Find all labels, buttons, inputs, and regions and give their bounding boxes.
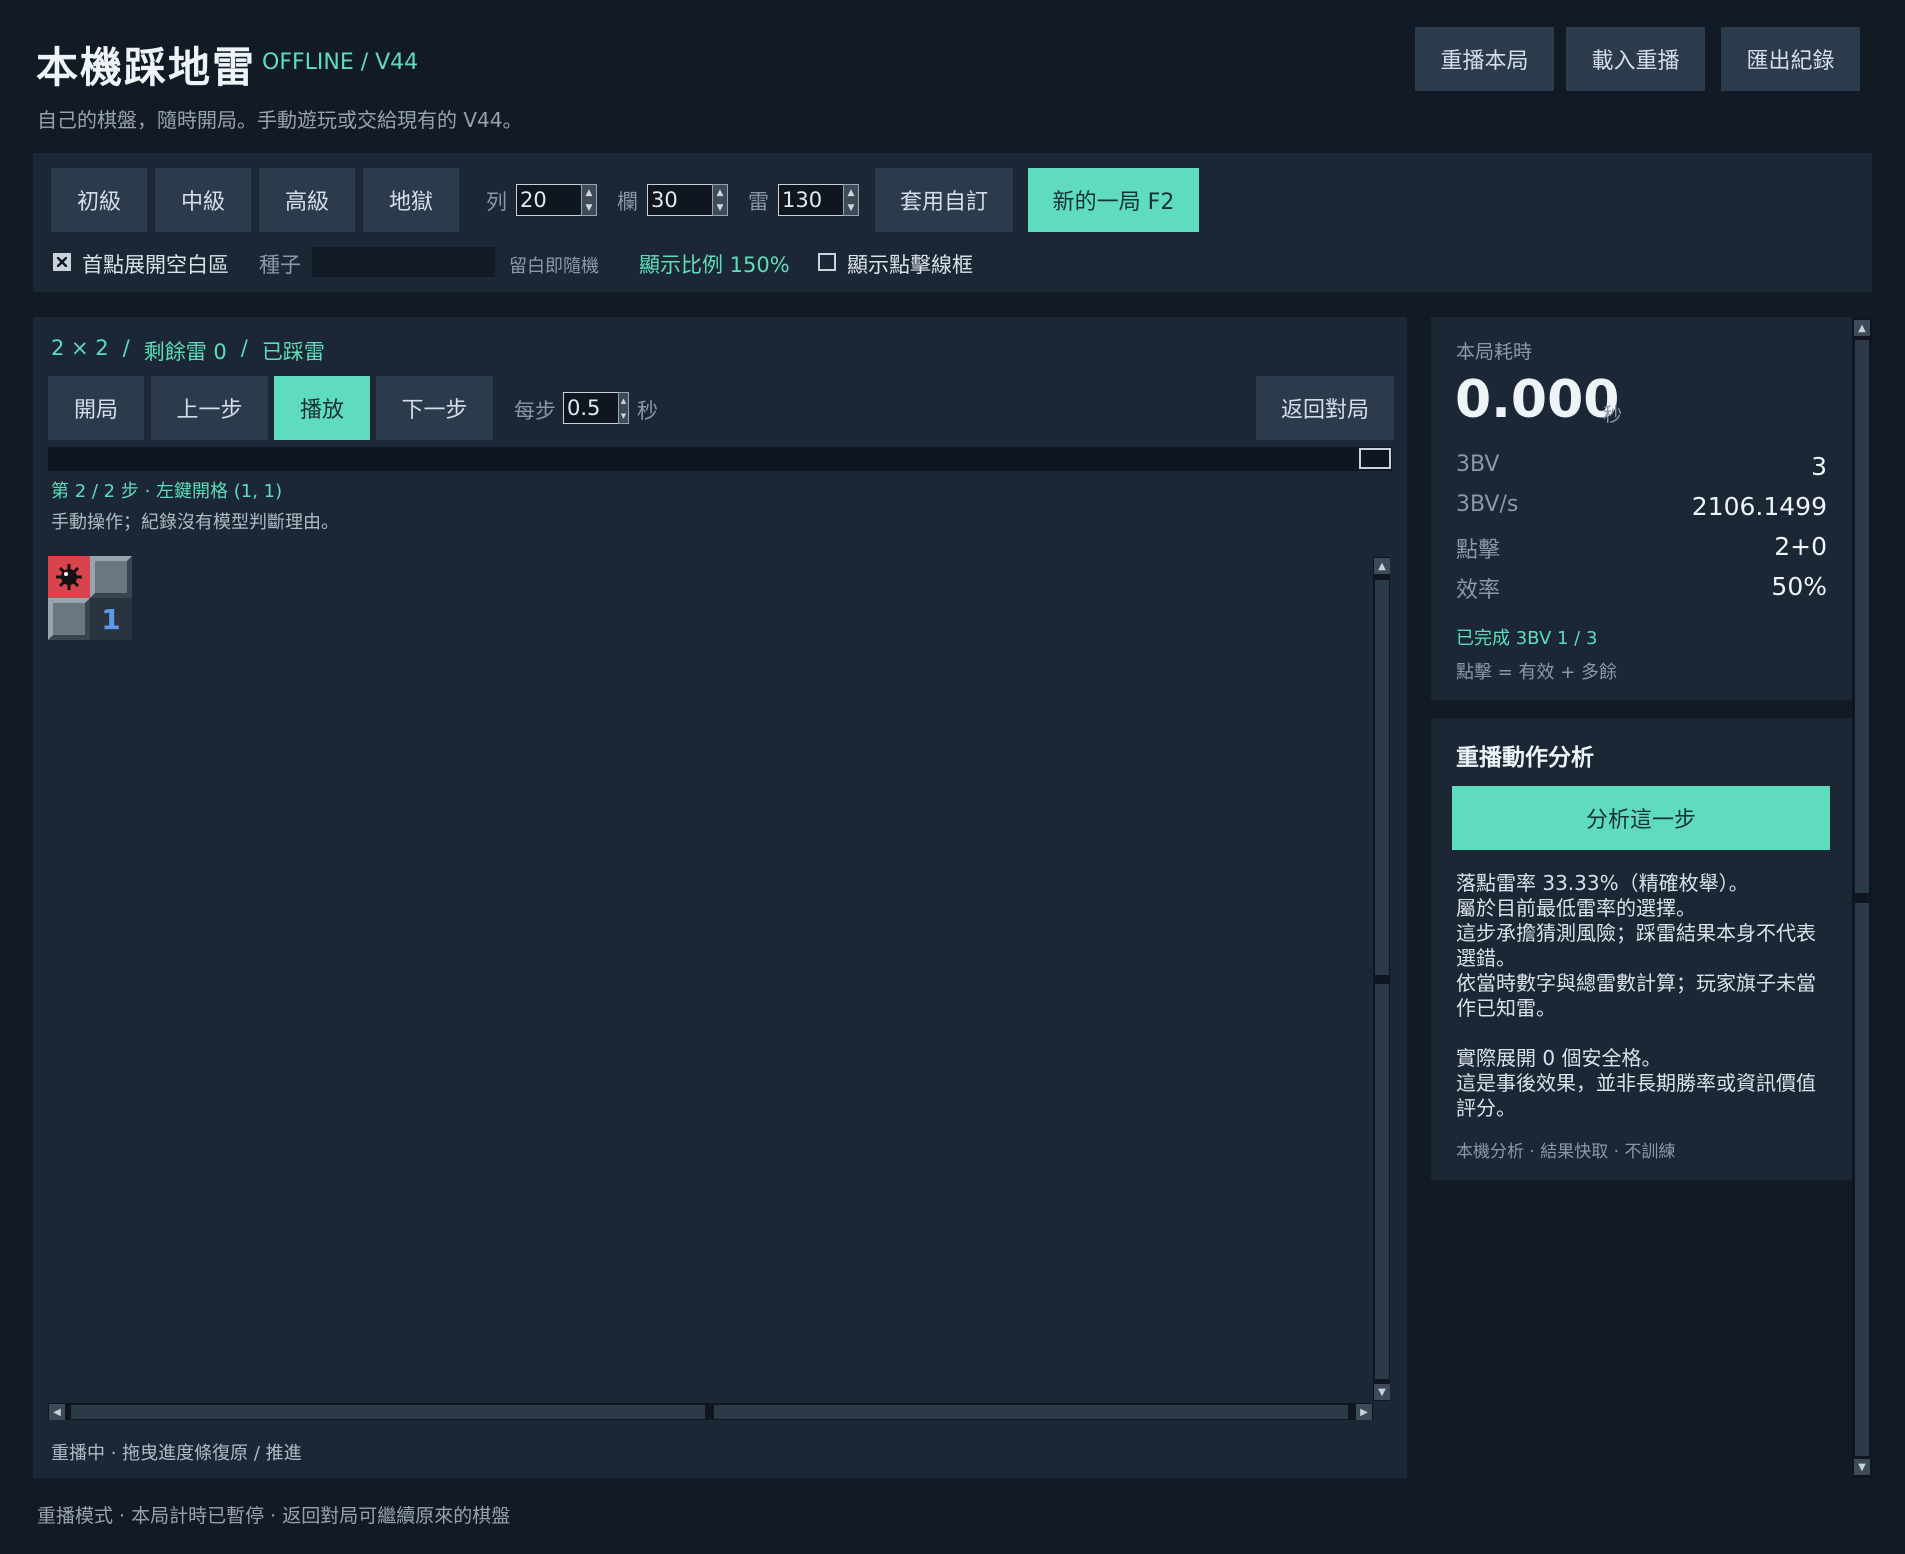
- page-vertical-thumb[interactable]: [1855, 340, 1869, 893]
- rows-stepper[interactable]: ▲ ▼: [581, 184, 597, 216]
- board-vertical-thumb-lower[interactable]: [1375, 984, 1389, 1379]
- board-size: 2 × 2: [51, 336, 109, 360]
- mines-label: 雷: [748, 190, 769, 214]
- per-step-unit: 秒: [637, 399, 658, 423]
- replay-play-button[interactable]: 播放: [274, 376, 370, 440]
- apply-custom-button[interactable]: 套用自訂: [875, 168, 1013, 232]
- up-arrow-icon[interactable]: ▲: [848, 188, 855, 198]
- up-arrow-icon[interactable]: ▲: [586, 188, 593, 198]
- per-step-label: 每步: [514, 399, 556, 423]
- stat-value: 3: [1811, 452, 1827, 481]
- rows-input[interactable]: 20: [516, 184, 582, 216]
- click-note: 點擊 = 有效 + 多餘: [1456, 662, 1618, 683]
- seed-input[interactable]: [312, 247, 495, 277]
- display-scale-label[interactable]: 顯示比例 150%: [639, 249, 790, 279]
- analysis-line: 評分。: [1456, 1096, 1516, 1120]
- per-step-input[interactable]: 0.5: [563, 392, 621, 424]
- up-arrow-icon[interactable]: ▲: [621, 397, 626, 405]
- stat-label: 點擊: [1456, 538, 1501, 563]
- time-label: 本局耗時: [1456, 341, 1533, 363]
- down-arrow-icon[interactable]: ▼: [586, 203, 593, 213]
- stat-efficiency: 效率 50%: [1456, 572, 1827, 604]
- app-subtitle: 自己的棋盤，隨時開局。手動遊玩或交給現有的 V44。: [37, 108, 523, 132]
- stat-label: 3BV: [1456, 452, 1500, 477]
- cols-stepper[interactable]: ▲ ▼: [712, 184, 728, 216]
- step-text: 第 2 / 2 步 · 左鍵開格 (1, 1): [51, 481, 283, 502]
- scroll-up-icon[interactable]: ▲: [1854, 320, 1870, 336]
- back-to-game-button[interactable]: 返回對局: [1256, 376, 1394, 440]
- new-game-button[interactable]: 新的一局 F2: [1028, 168, 1199, 232]
- board-horizontal-thumb[interactable]: [71, 1405, 705, 1419]
- board-horizontal-thumb-right[interactable]: [714, 1405, 1348, 1419]
- mines-stepper[interactable]: ▲ ▼: [843, 184, 859, 216]
- cols-label: 欄: [617, 190, 638, 214]
- replay-game-button[interactable]: 重播本局: [1415, 27, 1554, 91]
- stat-value: 2106.1499: [1691, 492, 1827, 521]
- replay-prev-button[interactable]: 上一步: [151, 376, 268, 440]
- stat-label: 效率: [1456, 578, 1501, 603]
- board-status: 2 × 2 / 剩餘雷 0 / 已踩雷: [51, 336, 325, 366]
- board-cell-covered[interactable]: [48, 598, 90, 640]
- analysis-line: 作已知雷。: [1456, 996, 1556, 1020]
- per-step-stepper[interactable]: ▲ ▼: [618, 392, 629, 424]
- replay-progress-thumb[interactable]: [1359, 448, 1391, 469]
- show-frame-label: 顯示點擊線框: [847, 253, 973, 277]
- level-beginner-button[interactable]: 初級: [51, 168, 147, 232]
- analyze-step-button[interactable]: 分析這一步: [1452, 786, 1830, 850]
- time-value: 0.000: [1455, 370, 1620, 430]
- page-footer: 重播模式 · 本局計時已暫停 · 返回對局可繼續原來的棋盤: [37, 1505, 511, 1527]
- show-frame-checkbox[interactable]: [818, 253, 836, 271]
- seed-hint: 留白即隨機: [509, 256, 599, 277]
- seed-label: 種子: [259, 253, 301, 277]
- replay-progress-track[interactable]: [48, 447, 1392, 471]
- mines-input[interactable]: 130: [778, 184, 844, 216]
- time-unit: 秒: [1603, 404, 1623, 426]
- first-click-label: 首點展開空白區: [82, 253, 229, 277]
- load-replay-button[interactable]: 載入重播: [1566, 27, 1705, 91]
- replay-next-button[interactable]: 下一步: [376, 376, 493, 440]
- board-cell-covered[interactable]: [90, 556, 132, 598]
- analysis-title: 重播動作分析: [1456, 745, 1594, 771]
- down-arrow-icon[interactable]: ▼: [848, 203, 855, 213]
- scroll-down-icon[interactable]: ▼: [1374, 1384, 1390, 1400]
- page-vertical-thumb-lower[interactable]: [1855, 903, 1869, 1456]
- stat-value: 2+0: [1774, 532, 1827, 561]
- version-badge: OFFLINE / V44: [262, 50, 419, 75]
- stat-clicks: 點擊 2+0: [1456, 532, 1827, 564]
- mine-icon: [56, 564, 82, 590]
- replay-start-button[interactable]: 開局: [48, 376, 144, 440]
- down-arrow-icon[interactable]: ▼: [717, 203, 724, 213]
- first-click-checkbox[interactable]: [53, 253, 71, 271]
- up-arrow-icon[interactable]: ▲: [717, 188, 724, 198]
- stat-3bv: 3BV 3: [1456, 452, 1827, 481]
- down-arrow-icon[interactable]: ▼: [621, 412, 626, 420]
- board-vertical-thumb[interactable]: [1375, 580, 1389, 975]
- game-state: 已踩雷: [261, 340, 325, 364]
- stat-label: 3BV/s: [1456, 492, 1519, 517]
- board-cell-mine[interactable]: [48, 556, 90, 598]
- completed-3bv: 已完成 3BV 1 / 3: [1456, 628, 1598, 649]
- rows-label: 列: [486, 190, 507, 214]
- app-title: 本機踩地雷: [36, 43, 257, 92]
- replay-footer-note: 重播中 · 拖曳進度條復原 / 推進: [51, 1443, 302, 1464]
- status-separator: /: [122, 336, 130, 360]
- scroll-up-icon[interactable]: ▲: [1374, 558, 1390, 574]
- stat-value: 50%: [1771, 572, 1827, 601]
- stat-3bv-per-sec: 3BV/s 2106.1499: [1456, 492, 1827, 521]
- status-separator: /: [240, 336, 248, 360]
- cols-input[interactable]: 30: [647, 184, 713, 216]
- scroll-down-icon[interactable]: ▼: [1854, 1459, 1870, 1475]
- level-intermediate-button[interactable]: 中級: [155, 168, 251, 232]
- scroll-right-icon[interactable]: ▶: [1356, 1404, 1372, 1420]
- remaining-mines: 剩餘雷 0: [143, 340, 227, 364]
- export-log-button[interactable]: 匯出紀錄: [1721, 27, 1860, 91]
- analysis-footer: 本機分析 · 結果快取 · 不訓練: [1456, 1142, 1676, 1162]
- step-note: 手動操作；紀錄沒有模型判斷理由。: [51, 512, 339, 533]
- level-expert-button[interactable]: 高級: [259, 168, 355, 232]
- level-hell-button[interactable]: 地獄: [363, 168, 459, 232]
- scroll-left-icon[interactable]: ◀: [49, 1404, 65, 1420]
- board-cell-number[interactable]: 1: [90, 598, 132, 640]
